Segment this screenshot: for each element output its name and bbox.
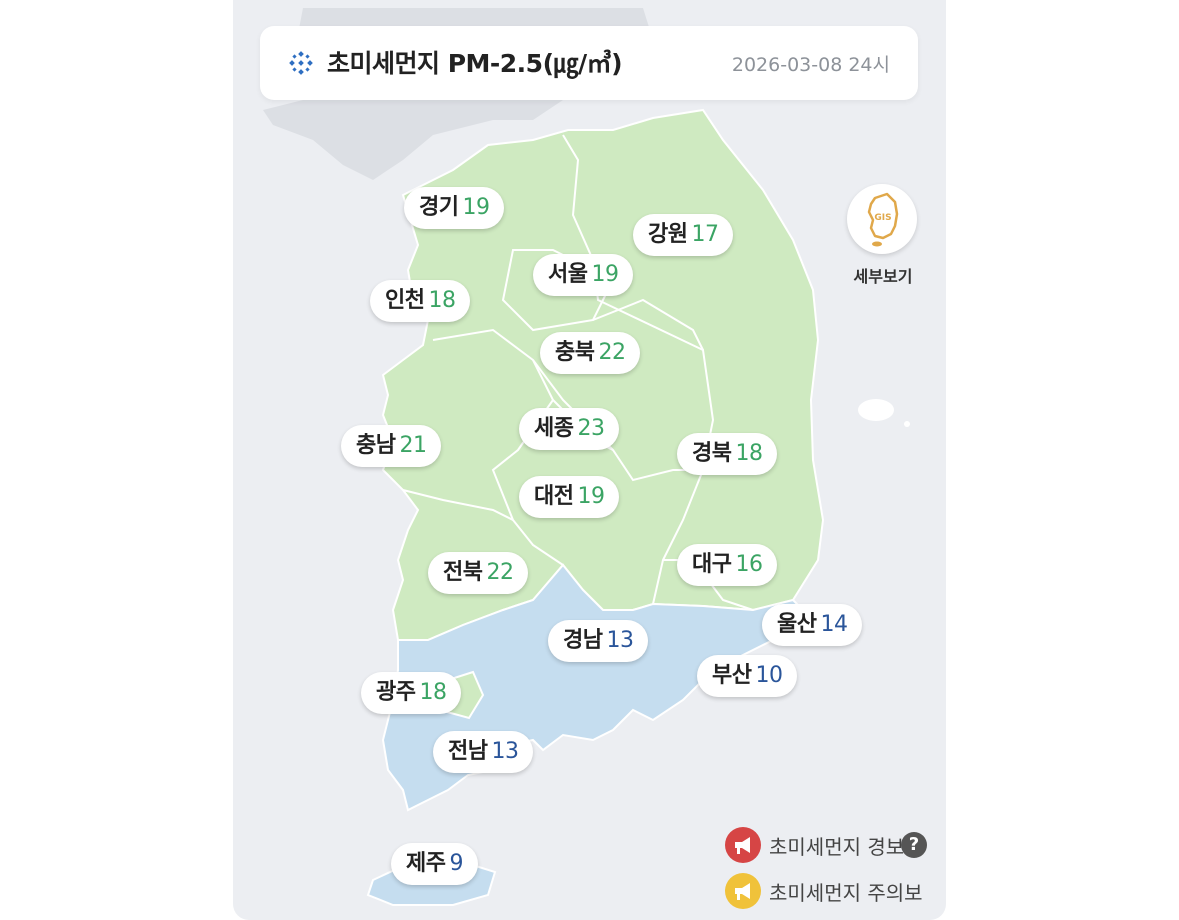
region-name: 대전 [534, 484, 574, 509]
megaphone-icon [725, 827, 761, 863]
region-label-gyeongnam[interactable]: 경남 13 [548, 620, 649, 662]
legend-label: 초미세먼지 주의보 [769, 881, 923, 905]
region-label-chungnam[interactable]: 충남 21 [341, 425, 442, 467]
region-value: 18 [735, 441, 763, 466]
region-label-gyeonggi[interactable]: 경기 19 [404, 187, 505, 229]
korea-map [263, 8, 910, 906]
region-value: 22 [598, 340, 626, 365]
map-header: 초미세먼지 PM-2.5(㎍/㎥) 2026-03-08 24시 [260, 26, 918, 100]
region-label-ulsan[interactable]: 울산 14 [762, 604, 863, 646]
region-name: 서울 [548, 262, 588, 287]
korea-map-icon: GIS [867, 192, 899, 247]
region-value: 19 [462, 195, 490, 220]
region-name: 인천 [385, 288, 425, 313]
region-value: 22 [486, 560, 514, 585]
region-value: 17 [691, 222, 719, 247]
region-name: 울산 [777, 612, 817, 637]
region-label-sejong[interactable]: 세종 23 [519, 408, 620, 450]
region-name: 경남 [563, 628, 603, 653]
map-datetime: 2026-03-08 24시 [731, 54, 890, 76]
region-value: 14 [820, 612, 848, 637]
air-quality-map-panel: 초미세먼지 PM-2.5(㎍/㎥) 2026-03-08 24시 경기 19 강원… [233, 0, 946, 920]
dokdo-island [904, 421, 910, 427]
region-value: 9 [449, 851, 463, 876]
region-label-daegu[interactable]: 대구 16 [677, 544, 778, 586]
region-value: 13 [606, 628, 634, 653]
gis-detail-label[interactable]: 세부보기 [833, 263, 933, 287]
region-label-gyeongbuk[interactable]: 경북 18 [677, 433, 778, 475]
region-label-jeonnam[interactable]: 전남 13 [433, 731, 534, 773]
region-label-jeju[interactable]: 제주 9 [391, 843, 478, 885]
region-value: 18 [428, 288, 456, 313]
region-name: 부산 [712, 663, 752, 688]
region-label-seoul[interactable]: 서울 19 [533, 254, 634, 296]
region-name: 경북 [692, 441, 732, 466]
region-label-daejeon[interactable]: 대전 19 [519, 476, 620, 518]
region-value: 16 [735, 552, 763, 577]
page-title: 초미세먼지 PM-2.5(㎍/㎥) [327, 49, 623, 78]
region-name: 전남 [448, 739, 488, 764]
legend-label: 초미세먼지 경보 [769, 835, 905, 859]
region-name: 충북 [555, 340, 595, 365]
region-value: 18 [419, 680, 447, 705]
region-label-gwangju[interactable]: 광주 18 [361, 672, 462, 714]
region-name: 대구 [692, 552, 732, 577]
region-name: 경기 [419, 195, 459, 220]
region-name: 세종 [534, 416, 574, 441]
megaphone-icon [725, 873, 761, 909]
gis-icon-text: GIS [874, 213, 891, 223]
region-label-busan[interactable]: 부산 10 [697, 655, 798, 697]
region-value: 10 [755, 663, 783, 688]
region-value: 13 [491, 739, 519, 764]
region-value: 19 [577, 484, 605, 509]
region-value: 21 [399, 433, 427, 458]
region-label-chungbuk[interactable]: 충북 22 [540, 332, 641, 374]
region-value: 19 [591, 262, 619, 287]
region-name: 광주 [376, 680, 416, 705]
gis-detail-button[interactable]: GIS [847, 184, 917, 254]
region-name: 제주 [406, 851, 446, 876]
region-name: 충남 [356, 433, 396, 458]
region-label-incheon[interactable]: 인천 18 [370, 280, 471, 322]
region-name: 전북 [443, 560, 483, 585]
help-icon[interactable]: ? [901, 832, 927, 858]
region-label-jeonbuk[interactable]: 전북 22 [428, 552, 529, 594]
dust-icon [289, 51, 313, 75]
region-name: 강원 [648, 222, 688, 247]
region-value: 23 [577, 416, 605, 441]
ulleung-island [858, 399, 894, 421]
region-label-gangwon[interactable]: 강원 17 [633, 214, 734, 256]
